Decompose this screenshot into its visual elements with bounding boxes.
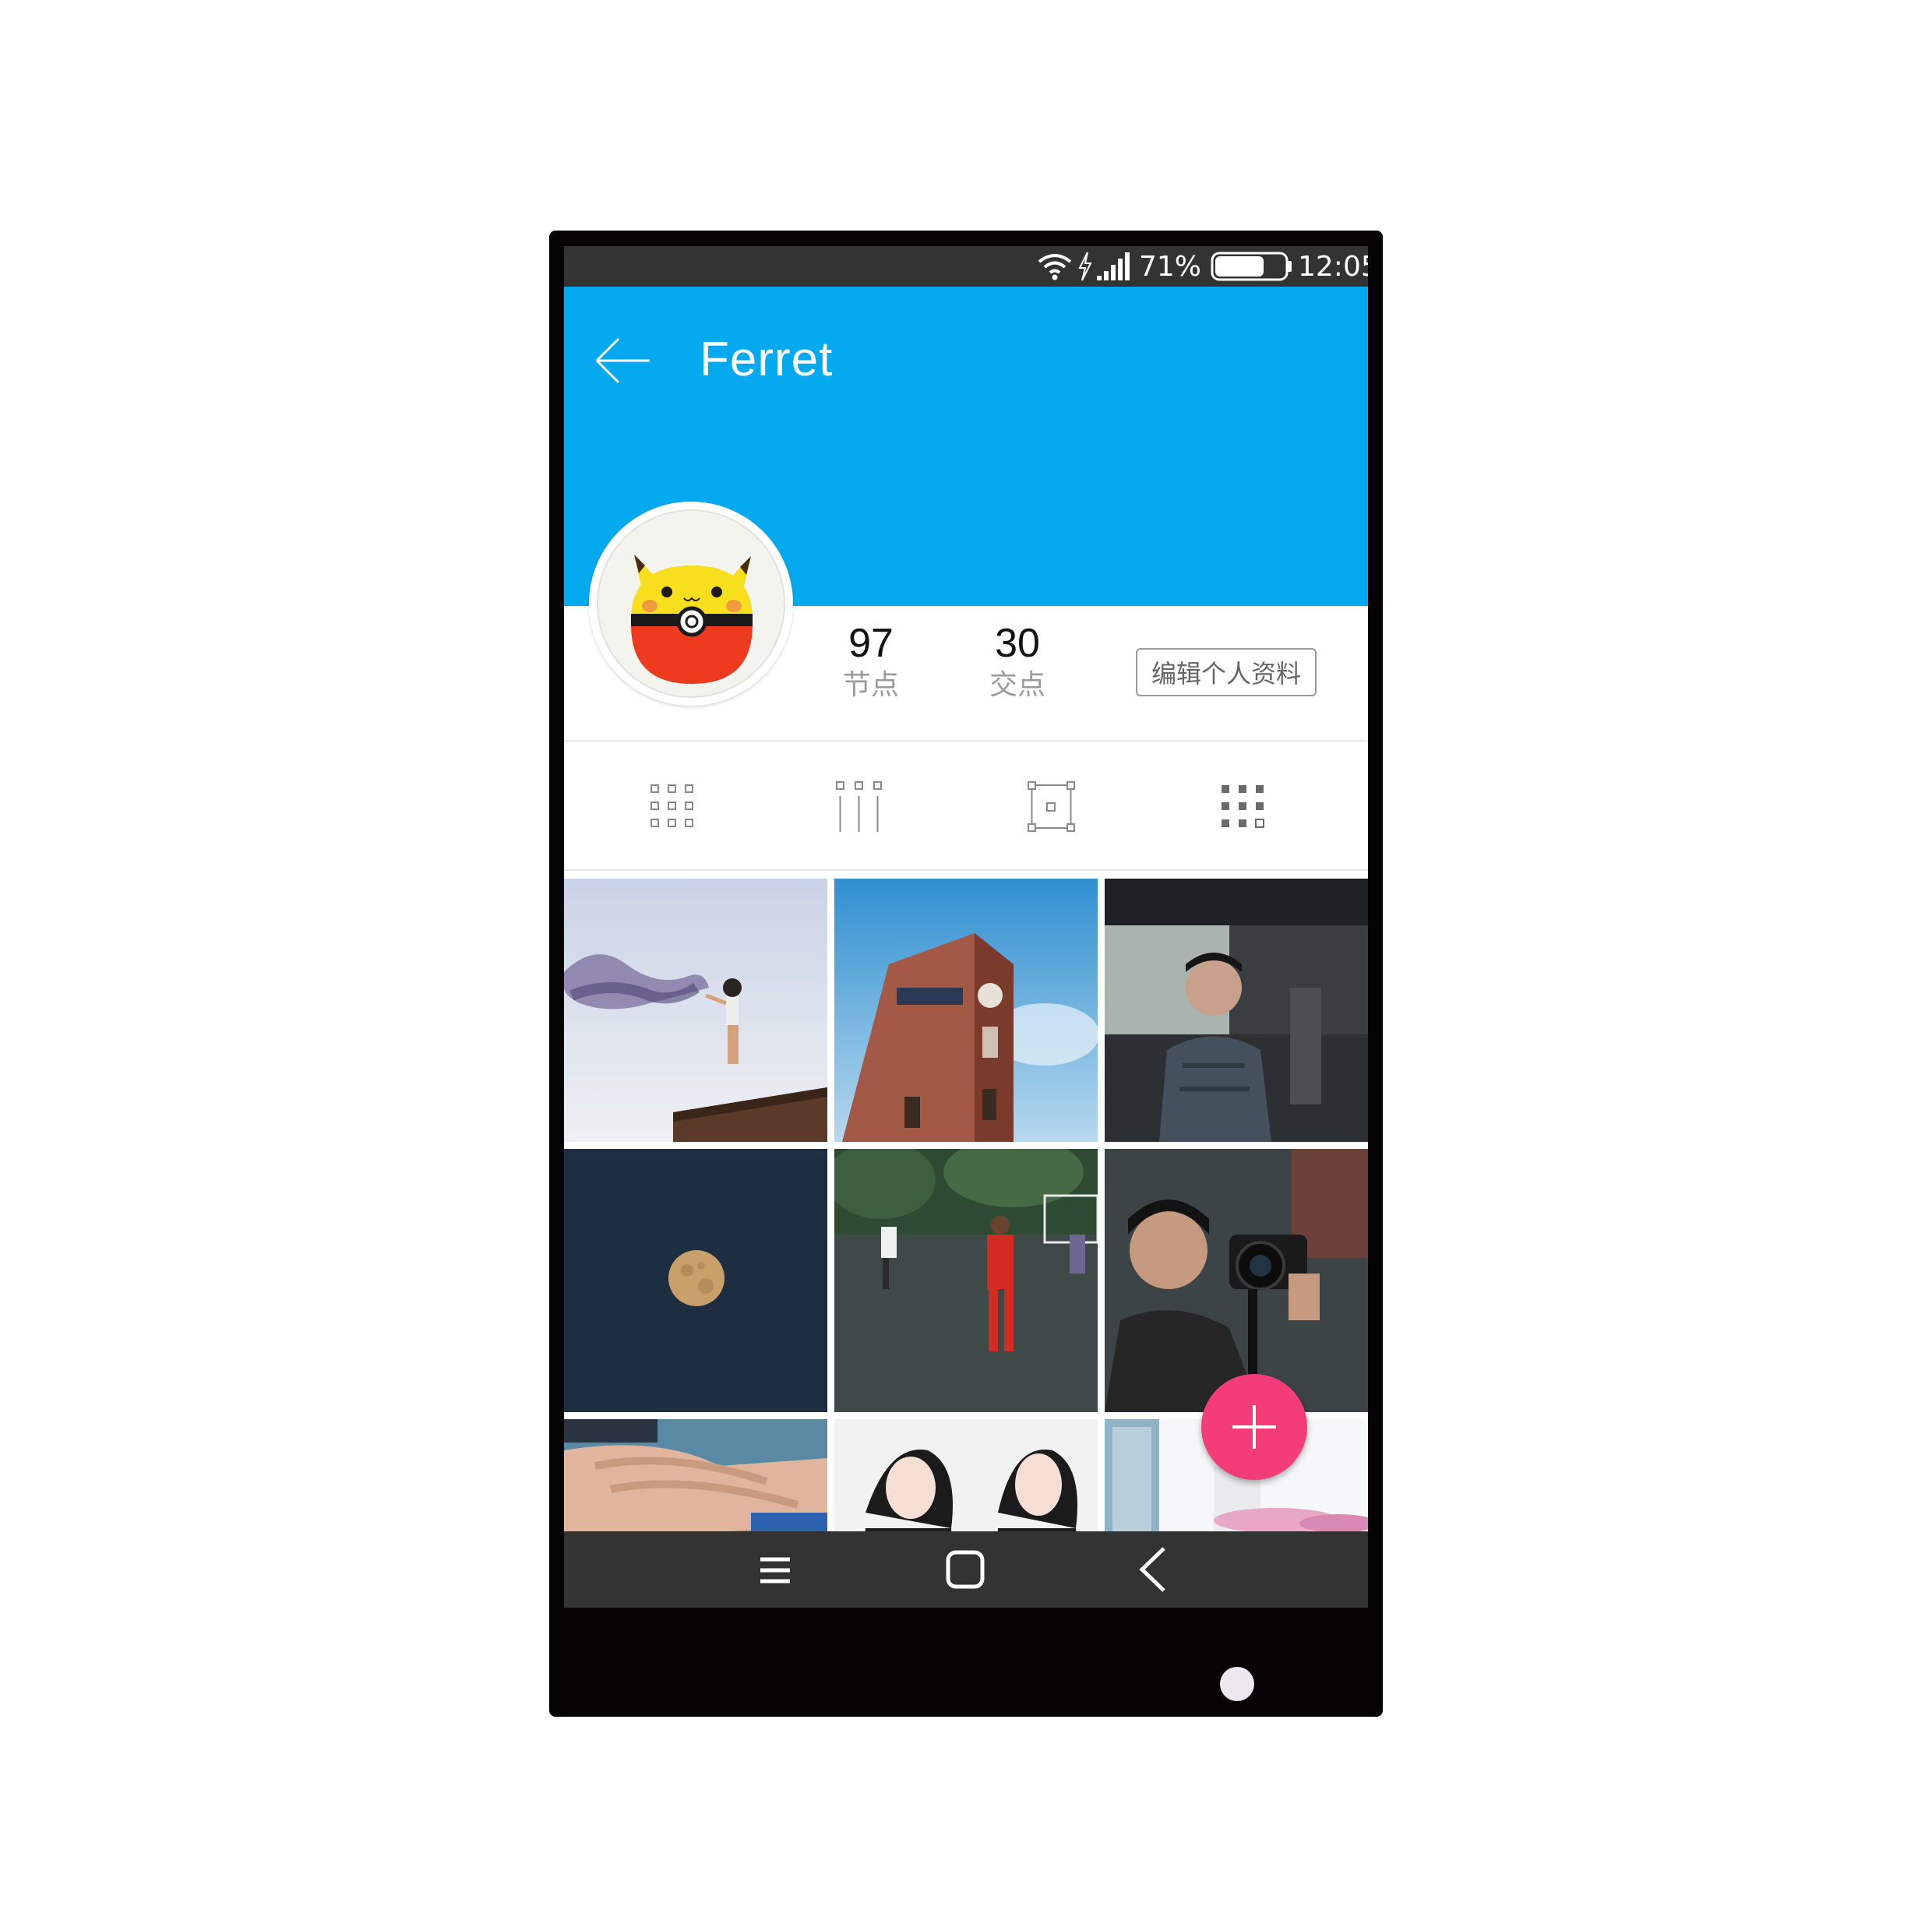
back-arrow-icon[interactable] (592, 333, 654, 388)
divider (564, 869, 1368, 871)
photo-man-with-camera[interactable] (1105, 1149, 1368, 1412)
menu-icon[interactable] (748, 1542, 802, 1597)
plus-icon (1232, 1405, 1276, 1449)
clock: 12:05 (1298, 250, 1368, 283)
pikachu-pokeball-avatar (597, 509, 785, 698)
stat-intersections-value: 30 (995, 621, 1040, 666)
dense-grid-icon[interactable] (1212, 776, 1274, 838)
edit-profile-button[interactable]: 编辑个人资料 (1136, 648, 1317, 696)
photo-smoke-bomb-rooftop[interactable] (564, 879, 827, 1142)
add-fab-button[interactable] (1201, 1374, 1307, 1480)
stat-intersections[interactable]: 30 交点 (963, 620, 1072, 704)
stat-nodes[interactable]: 97 节点 (816, 620, 925, 704)
battery-icon (1211, 249, 1293, 284)
charging-icon (1077, 249, 1094, 284)
back-chevron-icon[interactable] (1128, 1542, 1183, 1597)
status-bar: 71% 12:05 (564, 246, 1368, 287)
signal-icon (1097, 249, 1133, 284)
photo-football-players[interactable] (834, 1149, 1098, 1412)
photo-man-in-tunnel[interactable] (1105, 879, 1368, 1142)
column-view-icon[interactable] (829, 776, 891, 838)
system-nav-bar (564, 1531, 1368, 1608)
stat-intersections-label: 交点 (989, 669, 1045, 701)
stat-nodes-value: 97 (848, 621, 894, 666)
grid-view-icon[interactable] (642, 776, 704, 838)
crop-frame-icon[interactable] (1021, 776, 1083, 838)
avatar[interactable] (589, 502, 793, 706)
photo-full-moon[interactable] (564, 1149, 827, 1412)
stat-nodes-label: 节点 (842, 669, 899, 701)
divider (564, 740, 1368, 742)
page-title: Ferret (700, 333, 834, 386)
app-screen: 71% 12:05 Ferret (564, 246, 1368, 1608)
home-square-icon[interactable] (938, 1542, 992, 1597)
battery-percent: 71% (1139, 250, 1202, 283)
wifi-icon (1038, 249, 1072, 284)
photo-university-tower[interactable] (834, 879, 1098, 1142)
hardware-home-dot (1220, 1667, 1254, 1701)
